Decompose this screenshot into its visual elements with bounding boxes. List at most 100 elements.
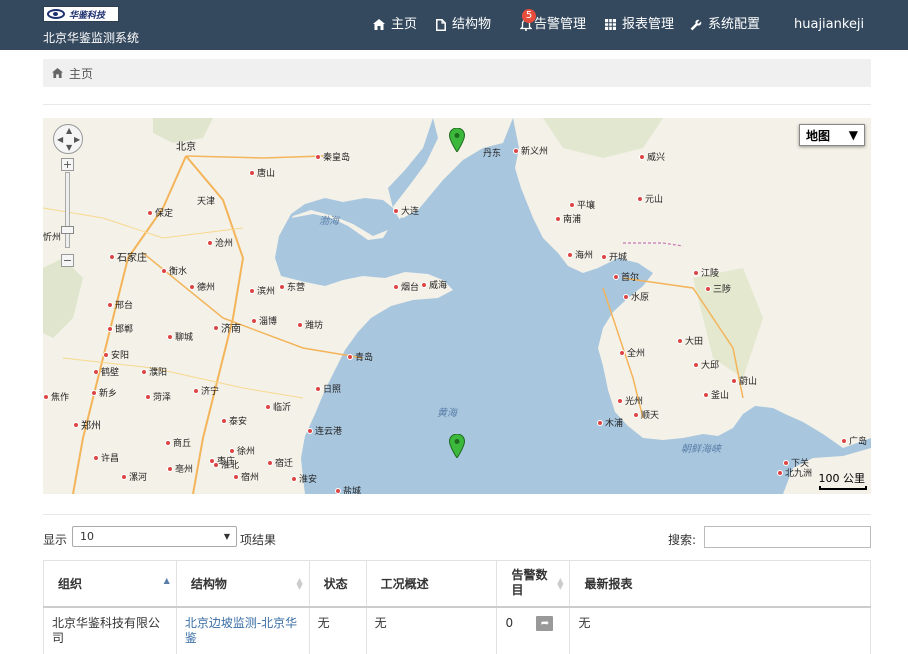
results-label: 项结果 <box>240 533 277 547</box>
map-label: 滨州 <box>249 284 275 297</box>
divider <box>43 514 871 515</box>
map-scale-label: 100 公里 <box>818 472 866 485</box>
map-label: 平壤 <box>569 198 595 211</box>
nav-home[interactable]: 主页 <box>373 17 417 33</box>
column-header-report[interactable]: 最新报表 <box>569 560 871 608</box>
map-label: 烟台 <box>393 280 419 293</box>
map-label: 新义州 <box>513 144 548 157</box>
map-label: 大连 <box>393 204 419 217</box>
column-header-structure[interactable]: 结构物 ▲ ▼ <box>175 560 310 608</box>
zoom-slider[interactable] <box>65 172 70 248</box>
map-label: 新乡 <box>91 386 117 399</box>
top-navbar: 华鉴科技 北京华鉴监测系统 主页 结构物 5 告警管理 报表管理 系统配置 hu… <box>0 0 908 50</box>
page-size-select[interactable]: 10 ▼ <box>72 526 237 547</box>
map-label: 济南 <box>213 320 241 335</box>
map-label: 石家庄 <box>109 249 147 264</box>
breadcrumb: 主页 <box>43 59 871 87</box>
map-label: 漯河 <box>121 470 147 483</box>
map-label: 日照 <box>315 382 341 395</box>
cell-condition: 无 <box>365 606 498 654</box>
company-logo: 华鉴科技 <box>43 6 119 22</box>
home-icon <box>373 19 385 30</box>
map-label: 邢台 <box>107 298 133 311</box>
nav-structures[interactable]: 结构物 <box>436 17 491 33</box>
zoom-out-button[interactable]: − <box>61 254 74 267</box>
map-label: 宿迁 <box>267 456 293 469</box>
pan-up-icon[interactable]: ▲ <box>66 127 72 135</box>
sea-label: 黄海 <box>437 408 457 419</box>
system-name: 北京华鉴监测系统 <box>43 31 140 45</box>
map-label: 商丘 <box>165 436 191 449</box>
map-label: 木浦 <box>597 416 623 429</box>
column-header-org[interactable]: 组织 ▲ <box>43 560 177 608</box>
nav-settings-label: 系统配置 <box>708 17 761 32</box>
zoom-slider-handle[interactable] <box>61 226 74 234</box>
user-menu[interactable]: huajiankeji <box>794 17 864 33</box>
map-label: 忻州 <box>43 233 62 243</box>
map-label: 元山 <box>637 192 663 205</box>
map-label: 丹东 <box>483 149 502 159</box>
column-header-alarm-count[interactable]: 告警数目 ▲ ▼ <box>496 560 571 608</box>
map-label: 沧州 <box>207 236 233 249</box>
map-label: 江陵 <box>693 266 719 279</box>
pan-right-icon[interactable]: ▶ <box>74 136 80 144</box>
alarm-count-value: 0 <box>505 615 514 630</box>
map-label: 北京 <box>176 142 196 153</box>
map-marker-icon[interactable] <box>449 128 465 152</box>
map-label: 潍坊 <box>297 318 323 331</box>
zoom-in-button[interactable]: + <box>61 158 74 171</box>
map-label: 邯郸 <box>107 322 133 335</box>
sort-icon: ▲ ▼ <box>557 576 564 591</box>
logo-mark-icon <box>47 9 65 19</box>
divider <box>43 104 871 105</box>
alarm-count-badge: 5 <box>522 9 536 23</box>
map-label: 青岛 <box>347 350 373 363</box>
map-marker-icon[interactable] <box>449 434 465 458</box>
map-label: 威兴 <box>639 150 665 163</box>
map-label: 安阳 <box>103 348 129 361</box>
map-pan-control[interactable]: ▲ ▼ ◀ ▶ <box>53 124 83 154</box>
share-icon[interactable]: ➦ <box>536 615 554 631</box>
map-label: 海州 <box>567 248 593 261</box>
nav-alarms[interactable]: 5 告警管理 <box>520 9 587 33</box>
nav-alarms-label: 告警管理 <box>534 17 587 32</box>
column-header-status[interactable]: 状态 <box>308 560 367 608</box>
chevron-down-icon: ▼ <box>848 128 858 142</box>
map-label: 盐城 <box>335 484 361 494</box>
sort-icon: ▲ ▼ <box>296 576 303 591</box>
map-label: 德州 <box>189 280 215 293</box>
pan-down-icon[interactable]: ▼ <box>66 144 72 152</box>
structure-link[interactable]: 北京边坡监测-北京华鉴 <box>185 616 297 645</box>
pan-left-icon[interactable]: ◀ <box>57 136 63 144</box>
map-label: 菏泽 <box>145 390 171 403</box>
map-label: 临沂 <box>265 400 291 413</box>
map-label: 秦皇岛 <box>315 150 350 163</box>
cell-org: 北京华鉴科技有限公司 <box>43 606 177 654</box>
map-label: 天津 <box>197 197 216 207</box>
map-type-select[interactable]: 地图 ▼ <box>799 124 865 146</box>
breadcrumb-home[interactable]: 主页 <box>69 65 93 82</box>
brand[interactable]: 华鉴科技 北京华鉴监测系统 <box>43 6 139 46</box>
nav-settings[interactable]: 系统配置 <box>690 17 760 33</box>
page-size-value: 10 <box>80 530 94 543</box>
map-label: 东营 <box>279 280 305 293</box>
map-label: 济宁 <box>193 384 219 397</box>
map-label: 宿州 <box>233 470 259 483</box>
map-label: 三陟 <box>705 282 731 295</box>
map-label: 泰安 <box>221 414 247 427</box>
wrench-icon <box>690 19 702 31</box>
map-label: 首尔 <box>613 270 639 283</box>
show-label: 显示 <box>43 533 68 547</box>
search-label: 搜索: <box>668 533 697 547</box>
map-view[interactable]: 北京 天津 秦皇岛 唐山 保定 沧州 石家庄 衡水 德州 邢台 邯郸 聊城 济南… <box>43 118 871 494</box>
map-type-label: 地图 <box>806 128 831 143</box>
map-label: 大邱 <box>693 358 719 371</box>
structures-table: 组织 ▲ 结构物 ▲ ▼ 状态 工况概述 告警数目 ▲ ▼ 最新报表 北京华鉴科技有限公司… <box>43 560 871 654</box>
search-input[interactable] <box>704 526 871 548</box>
column-header-condition[interactable]: 工况概述 <box>365 560 498 608</box>
map-label: 蔚山 <box>731 374 757 387</box>
nav-reports[interactable]: 报表管理 <box>605 17 674 33</box>
map-label: 大田 <box>677 334 703 347</box>
file-icon <box>436 19 446 31</box>
table-controls: 显示 10 ▼ 项结果 搜索: <box>43 526 871 550</box>
